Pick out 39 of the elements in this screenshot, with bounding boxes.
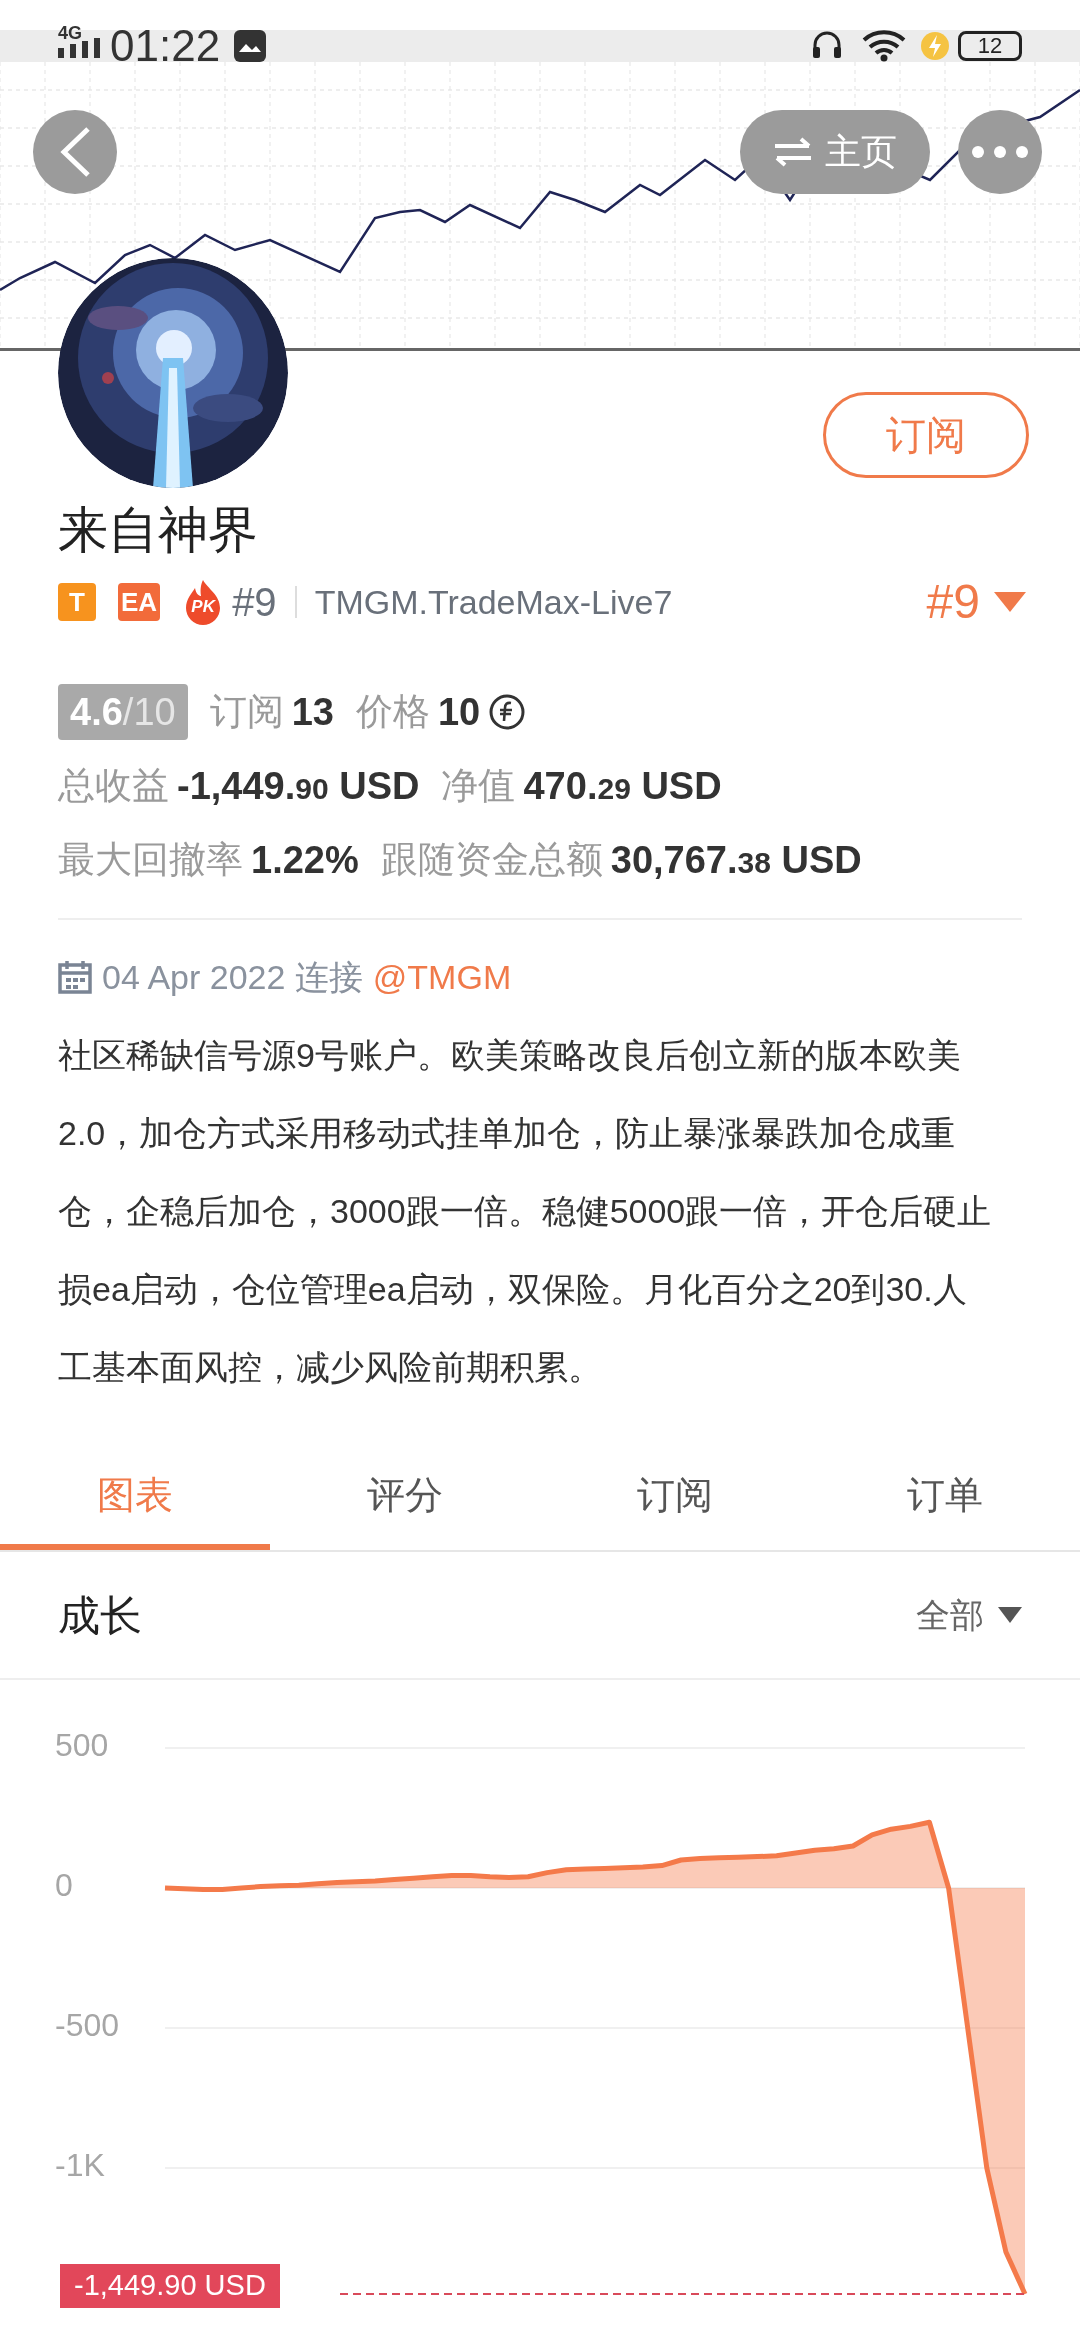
rating-badge: 4.6/10 (58, 684, 188, 740)
tag-badge: EA (118, 583, 161, 621)
stat-value: 30,767.38 USD (610, 837, 862, 883)
axis-label: 0 (55, 1867, 73, 1904)
server-name: TMGM.TradeMax-Live7 (314, 581, 673, 623)
stat-label: 订阅 (209, 690, 284, 735)
trader-name: 来自神界 (58, 501, 259, 560)
connection-date: 04 Apr 2022 连接 (102, 956, 363, 998)
strategy-description: 社区稀缺信号源9号账户。欧美策略改良后创立新的版本欧美2.0，加仓方式采用移动式挂单加仓，防止暴涨暴跌加仓成重仓，企稳后加仓，3000跟一倍。稳健5000跟一倍，开仓后硬止损ea启动，仓位管理ea启动，双保险。月化百分之20到30.人工基本面风控，减少风险前期积累。 (58, 1035, 993, 1388)
axis-label: 500 (55, 1727, 109, 1764)
axis-label: -500 (55, 2007, 120, 2044)
range-dropdown[interactable]: 全部 (916, 1589, 1022, 1641)
pk-label: PK (191, 595, 215, 618)
stat-value: 10 (437, 689, 481, 735)
value-tag: -1,449.90 USD (60, 2264, 280, 2308)
tab[interactable]: 订阅 (540, 1446, 810, 1550)
broker-link[interactable]: @TMGM (372, 951, 512, 1003)
stat-label: 跟随资金总额 (380, 838, 603, 883)
section-title: 成长 (58, 1590, 142, 1641)
stat-label: 总收益 (58, 764, 169, 809)
tag-badge: T (58, 583, 96, 621)
stat-label: 价格 (355, 690, 430, 735)
tab[interactable]: 订单 (810, 1446, 1080, 1550)
tab[interactable]: 评分 (270, 1446, 540, 1550)
stat-value: -1,449.90 USD (177, 763, 420, 809)
coin-icon (488, 693, 527, 731)
stat-value: 1.22% (251, 837, 359, 883)
subscribe-button[interactable]: 订阅 (823, 392, 1029, 478)
axis-label: -1K (55, 2147, 105, 2184)
tab[interactable]: 图表 (0, 1446, 270, 1550)
stat-label: 最大回撤率 (58, 838, 243, 883)
calendar-icon (58, 960, 92, 994)
stat-label: 净值 (441, 764, 516, 809)
caret-icon (998, 1607, 1022, 1623)
stat-value: 470.29 USD (523, 763, 722, 809)
stat-value: 13 (291, 689, 334, 735)
caret-icon (994, 592, 1026, 612)
rank-label: #9 (232, 579, 277, 626)
rank-dropdown[interactable]: #9 (926, 566, 1026, 638)
